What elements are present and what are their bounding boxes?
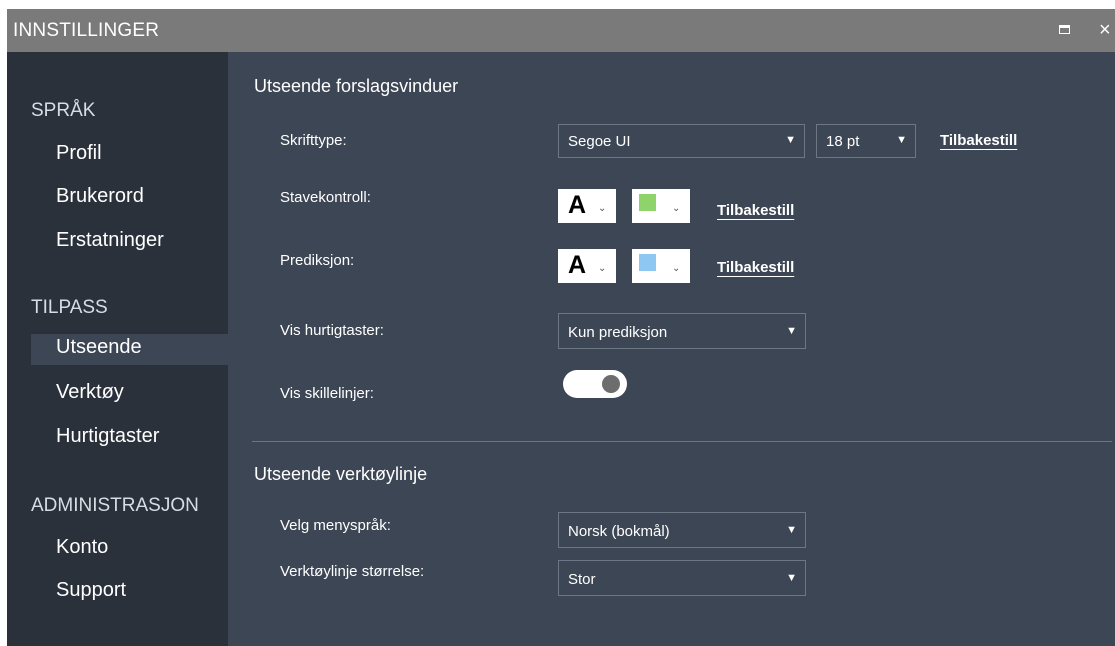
toolbar-size-value: Stor bbox=[568, 571, 596, 588]
maximize-icon[interactable] bbox=[1059, 25, 1070, 34]
sidebar-item-brukerord[interactable]: Brukerord bbox=[31, 183, 228, 214]
sidebar-item-label: Profil bbox=[56, 142, 102, 164]
chevron-down-icon: ⌄ bbox=[598, 203, 607, 214]
menu-language-dropdown[interactable]: Norsk (bokmål) ▼ bbox=[558, 512, 806, 548]
title-bar: INNSTILLINGER × bbox=[7, 9, 1115, 52]
close-icon[interactable]: × bbox=[1099, 18, 1111, 42]
sidebar-item-support[interactable]: Support bbox=[31, 577, 228, 608]
shortcuts-label: Vis hurtigtaster: bbox=[280, 322, 384, 339]
spellcheck-highlight-color-button[interactable]: ⌄ bbox=[632, 189, 690, 223]
settings-window: INNSTILLINGER × SPRÅK Profil Brukerord E… bbox=[7, 9, 1115, 646]
toolbar-heading: Utseende verktøylinje bbox=[254, 464, 428, 484]
toolbar-size-label: Verktøylinje størrelse: bbox=[280, 563, 425, 580]
sidebar-item-konto[interactable]: Konto bbox=[31, 534, 228, 565]
suggestions-heading: Utseende forslagsvinduer bbox=[254, 76, 459, 96]
section-divider bbox=[252, 441, 1112, 442]
sidebar-item-label: Brukerord bbox=[56, 185, 144, 207]
sidebar-item-label: Utseende bbox=[56, 336, 142, 358]
section-label-tilpass: TILPASS bbox=[31, 297, 108, 318]
menu-language-value: Norsk (bokmål) bbox=[568, 523, 670, 540]
sidebar-item-erstatninger[interactable]: Erstatninger bbox=[31, 227, 228, 258]
sidebar-item-label: Support bbox=[56, 579, 127, 601]
chevron-down-icon: ⌄ bbox=[672, 203, 681, 214]
shortcuts-value: Kun prediksjon bbox=[568, 324, 668, 341]
window-title: INNSTILLINGER bbox=[13, 20, 160, 41]
sidebar-item-label: Verktøy bbox=[56, 381, 124, 403]
dividers-toggle[interactable] bbox=[563, 370, 627, 398]
chevron-down-icon: ▼ bbox=[896, 134, 907, 146]
font-label: Skrifttype: bbox=[280, 132, 347, 149]
toolbar-size-dropdown[interactable]: Stor ▼ bbox=[558, 560, 806, 596]
dividers-label: Vis skillelinjer: bbox=[280, 385, 374, 402]
sidebar-item-label: Konto bbox=[56, 536, 109, 558]
sidebar-item-utseende[interactable]: Utseende bbox=[31, 334, 228, 365]
chevron-down-icon: ▼ bbox=[785, 134, 796, 146]
font-reset-link[interactable]: Tilbakestill bbox=[940, 132, 1017, 149]
chevron-down-icon: ▼ bbox=[786, 572, 797, 584]
spellcheck-reset-link[interactable]: Tilbakestill bbox=[717, 202, 794, 219]
chevron-down-icon: ⌄ bbox=[598, 263, 607, 274]
chevron-down-icon: ▼ bbox=[786, 524, 797, 536]
font-size-value: 18 pt bbox=[826, 133, 860, 150]
font-family-dropdown[interactable]: Segoe UI ▼ bbox=[558, 124, 805, 158]
color-swatch bbox=[639, 194, 656, 211]
sidebar-item-label: Erstatninger bbox=[56, 229, 164, 251]
section-label-sprak: SPRÅK bbox=[31, 100, 96, 121]
font-family-value: Segoe UI bbox=[568, 133, 631, 150]
text-color-icon: A bbox=[568, 191, 587, 219]
prediction-highlight-color-button[interactable]: ⌄ bbox=[632, 249, 690, 283]
prediction-label: Prediksjon: bbox=[280, 252, 355, 269]
font-size-dropdown[interactable]: 18 pt ▼ bbox=[816, 124, 916, 158]
toggle-knob bbox=[602, 375, 620, 393]
color-swatch bbox=[639, 254, 656, 271]
prediction-reset-link[interactable]: Tilbakestill bbox=[717, 259, 794, 276]
sidebar-item-label: Hurtigtaster bbox=[56, 425, 160, 447]
sidebar-item-profil[interactable]: Profil bbox=[31, 140, 228, 171]
prediction-text-color-button[interactable]: A ⌄ bbox=[558, 249, 616, 283]
text-color-icon: A bbox=[568, 251, 587, 279]
spellcheck-text-color-button[interactable]: A ⌄ bbox=[558, 189, 616, 223]
menu-language-label: Velg menyspråk: bbox=[280, 517, 391, 534]
settings-content: Utseende forslagsvinduer Skrifttype: Seg… bbox=[228, 52, 1115, 646]
sidebar-item-verktoy[interactable]: Verktøy bbox=[31, 379, 228, 410]
chevron-down-icon: ⌄ bbox=[672, 263, 681, 274]
sidebar-item-hurtigtaster[interactable]: Hurtigtaster bbox=[31, 423, 228, 454]
shortcuts-dropdown[interactable]: Kun prediksjon ▼ bbox=[558, 313, 806, 349]
sidebar: SPRÅK Profil Brukerord Erstatninger TILP… bbox=[7, 52, 228, 646]
spellcheck-label: Stavekontroll: bbox=[280, 189, 371, 206]
section-label-administrasjon: ADMINISTRASJON bbox=[31, 495, 199, 516]
chevron-down-icon: ▼ bbox=[786, 325, 797, 337]
